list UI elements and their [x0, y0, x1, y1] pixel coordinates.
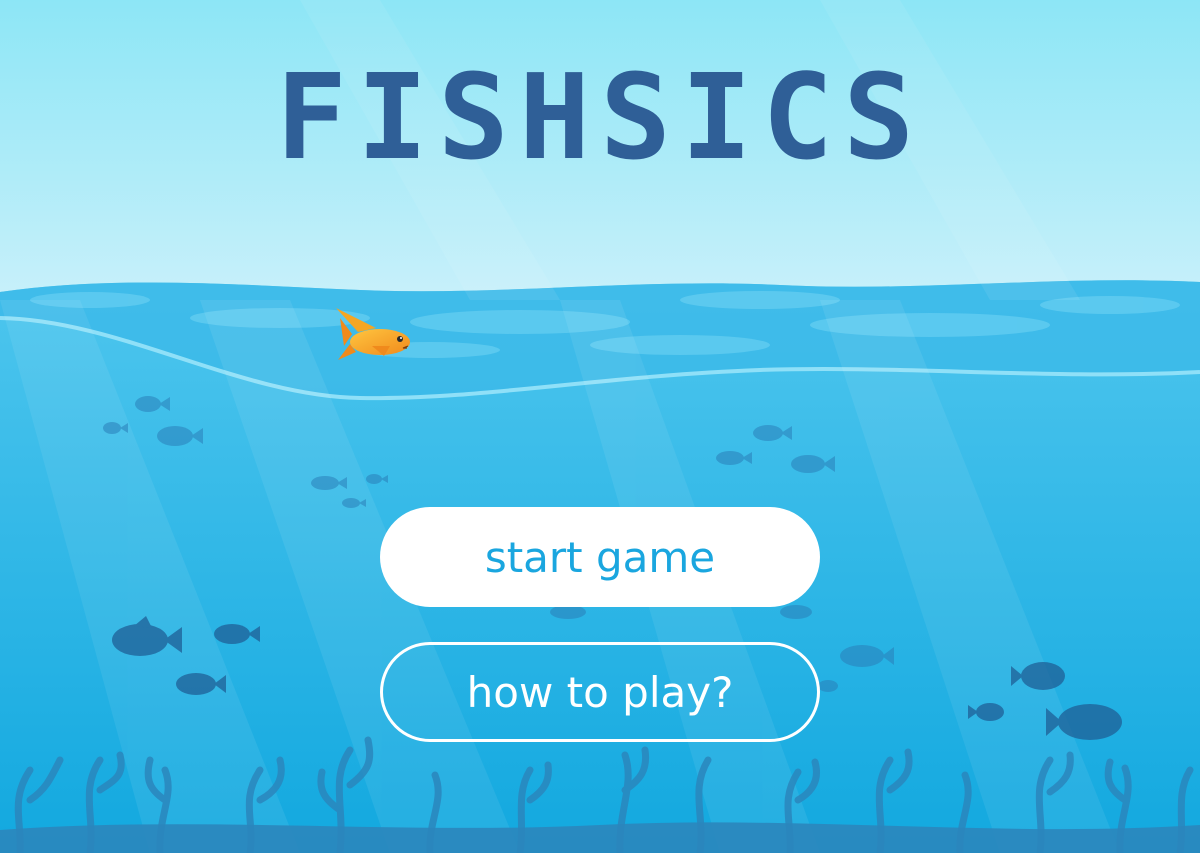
- game-title: FISHSICS: [275, 48, 925, 186]
- how-to-play-button[interactable]: how to play?: [380, 642, 820, 742]
- start-game-button[interactable]: start game: [380, 507, 820, 607]
- fish-silhouette: [780, 605, 812, 619]
- fish-silhouette: [818, 680, 838, 692]
- fish-silhouette: [550, 605, 586, 619]
